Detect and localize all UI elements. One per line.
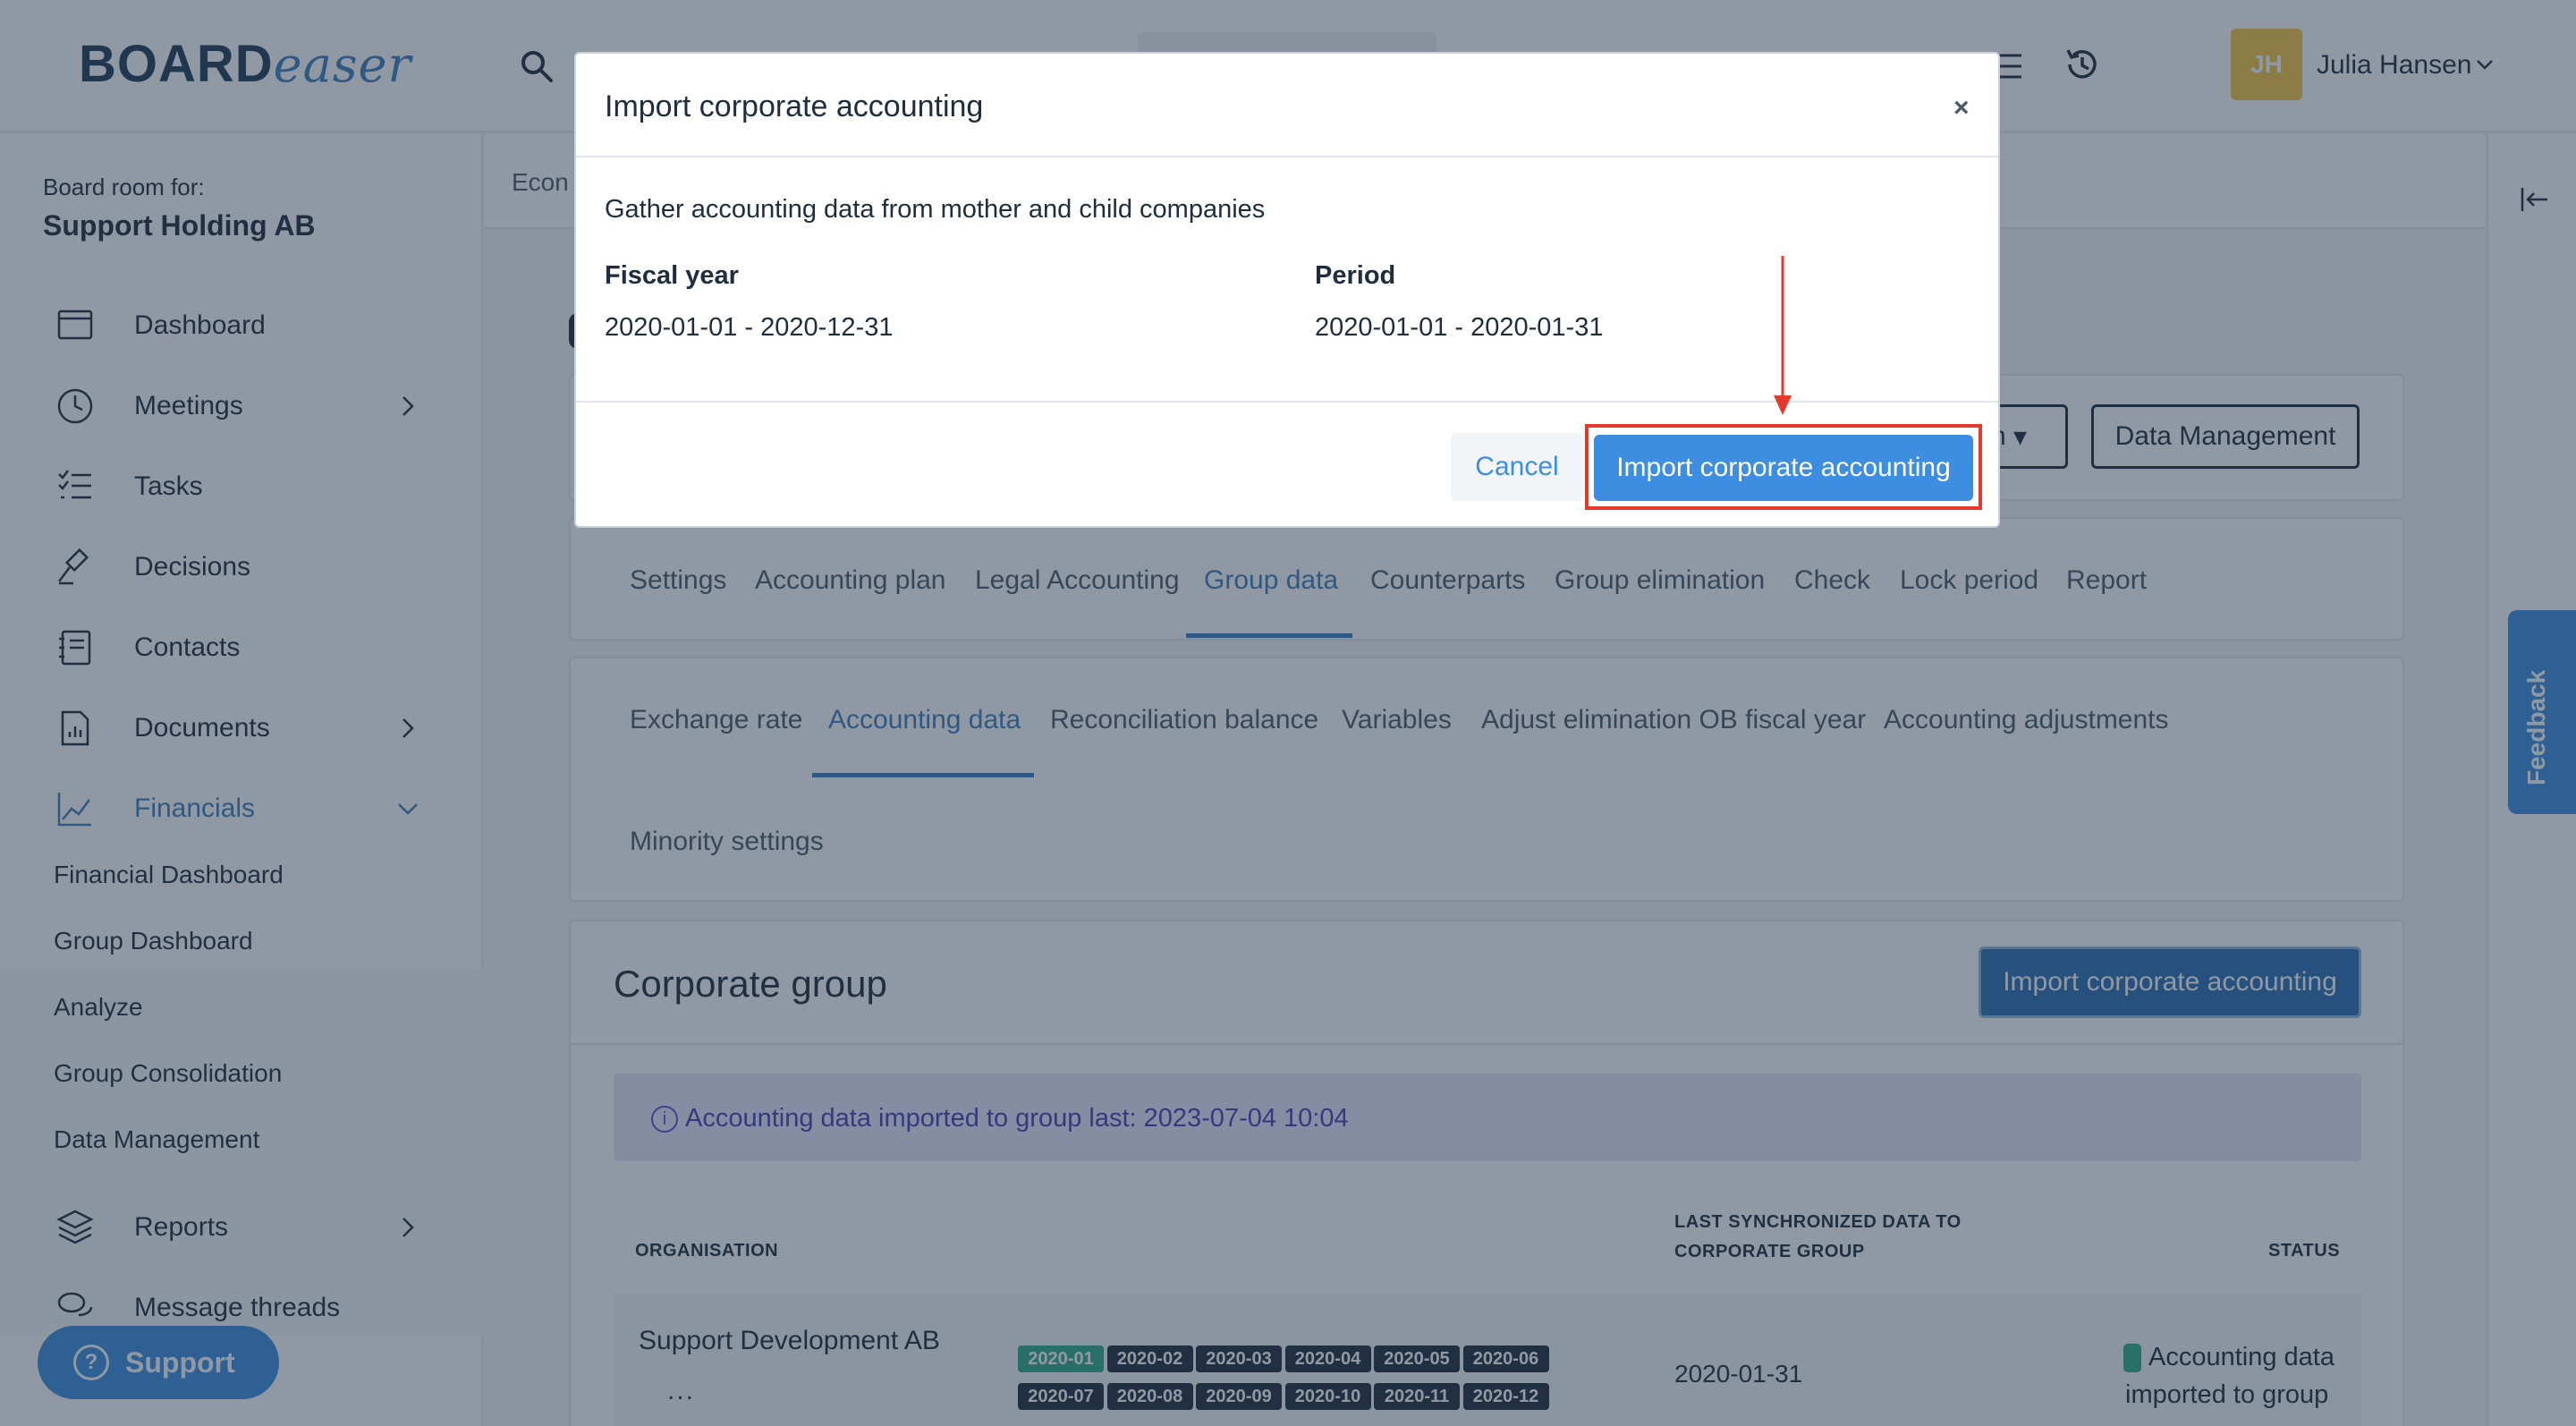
fiscal-year-value: 2020-01-01 - 2020-12-31	[605, 313, 894, 342]
fiscal-year-label: Fiscal year	[605, 261, 739, 290]
period-value: 2020-01-01 - 2020-01-31	[1315, 313, 1604, 342]
arrow-down-icon	[1774, 256, 1792, 415]
modal-header: Import corporate accounting ×	[576, 54, 1998, 157]
period-label: Period	[1315, 261, 1396, 290]
modal-title: Import corporate accounting	[605, 89, 984, 123]
cancel-button[interactable]: Cancel	[1451, 433, 1583, 501]
modal-description: Gather accounting data from mother and c…	[605, 195, 1266, 224]
close-icon[interactable]: ×	[1953, 93, 1970, 123]
highlight-annotation	[1585, 424, 1982, 510]
